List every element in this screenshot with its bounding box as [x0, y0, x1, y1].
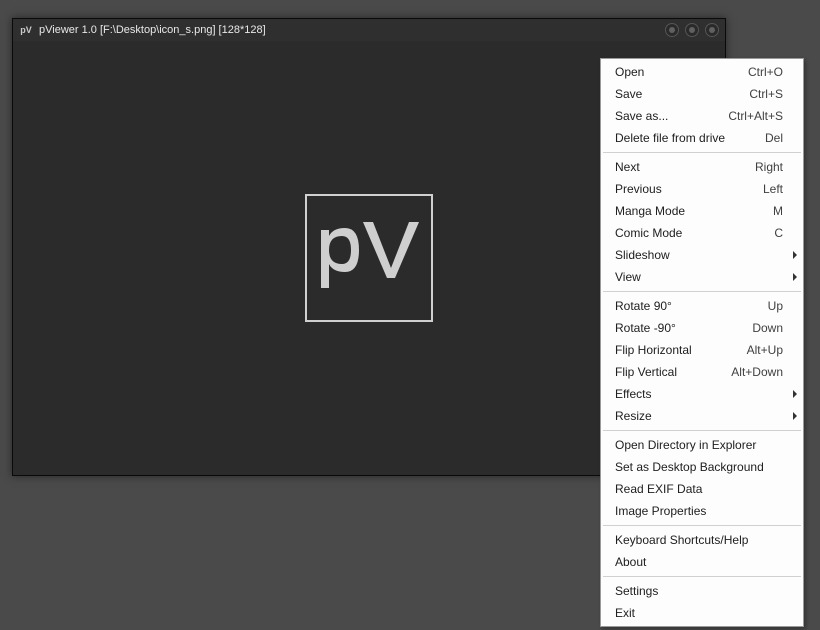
- menu-item-shortcut: M: [773, 203, 783, 219]
- menu-item-label: Open Directory in Explorer: [615, 437, 756, 453]
- chevron-right-icon: [793, 412, 797, 420]
- menu-item-label: Save: [615, 86, 642, 102]
- menu-item[interactable]: Open Ctrl+O: [601, 61, 803, 83]
- window-title: pViewer 1.0 [F:\Desktop\icon_s.png] [128…: [39, 24, 266, 36]
- menu-item-label: Save as...: [615, 108, 668, 124]
- menu-item-shortcut: Right: [755, 159, 783, 175]
- menu-item-shortcut: Ctrl+Alt+S: [728, 108, 783, 124]
- menu-item[interactable]: Slideshow: [601, 244, 803, 266]
- menu-item[interactable]: Rotate 90° Up: [601, 295, 803, 317]
- titlebar[interactable]: pV pViewer 1.0 [F:\Desktop\icon_s.png] […: [13, 19, 725, 41]
- menu-item[interactable]: Rotate -90° Down: [601, 317, 803, 339]
- menu-item[interactable]: Keyboard Shortcuts/Help: [601, 529, 803, 551]
- menu-item-label: Exit: [615, 605, 635, 621]
- menu-item-shortcut: Down: [752, 320, 783, 336]
- menu-separator: [603, 576, 801, 577]
- menu-item[interactable]: Flip Vertical Alt+Down: [601, 361, 803, 383]
- menu-item-label: Effects: [615, 386, 651, 402]
- menu-item[interactable]: Open Directory in Explorer: [601, 434, 803, 456]
- menu-item-label: Image Properties: [615, 503, 706, 519]
- menu-item[interactable]: Read EXIF Data: [601, 478, 803, 500]
- menu-item[interactable]: Previous Left: [601, 178, 803, 200]
- menu-item-shortcut: Del: [765, 130, 783, 146]
- menu-item-label: Rotate 90°: [615, 298, 672, 314]
- menu-separator: [603, 291, 801, 292]
- menu-item-label: Flip Horizontal: [615, 342, 692, 358]
- chevron-right-icon: [793, 390, 797, 398]
- menu-item-shortcut: Up: [768, 298, 783, 314]
- menu-item[interactable]: Image Properties: [601, 500, 803, 522]
- menu-item-label: Delete file from drive: [615, 130, 725, 146]
- menu-item-label: Set as Desktop Background: [615, 459, 764, 475]
- menu-item-label: About: [615, 554, 646, 570]
- menu-separator: [603, 152, 801, 153]
- menu-item[interactable]: Exit: [601, 602, 803, 624]
- menu-item-label: Keyboard Shortcuts/Help: [615, 532, 748, 548]
- menu-item-label: Slideshow: [615, 247, 670, 263]
- menu-item-label: Resize: [615, 408, 652, 424]
- menu-item[interactable]: Effects: [601, 383, 803, 405]
- menu-item[interactable]: Comic Mode C: [601, 222, 803, 244]
- menu-item-label: Next: [615, 159, 640, 175]
- close-button[interactable]: [705, 23, 719, 37]
- menu-item-shortcut: Alt+Down: [731, 364, 783, 380]
- menu-item-label: Open: [615, 64, 644, 80]
- chevron-right-icon: [793, 251, 797, 259]
- menu-item[interactable]: Save Ctrl+S: [601, 83, 803, 105]
- maximize-button[interactable]: [685, 23, 699, 37]
- menu-item-label: Settings: [615, 583, 658, 599]
- menu-separator: [603, 525, 801, 526]
- menu-item-shortcut: Alt+Up: [747, 342, 783, 358]
- menu-item-shortcut: Left: [763, 181, 783, 197]
- context-menu: Open Ctrl+O Save Ctrl+S Save as... Ctrl+Alt+S…: [600, 58, 804, 627]
- menu-item[interactable]: Manga Mode M: [601, 200, 803, 222]
- app-icon: pV: [19, 23, 33, 37]
- menu-item[interactable]: Settings: [601, 580, 803, 602]
- menu-item[interactable]: Delete file from drive Del: [601, 127, 803, 149]
- menu-item[interactable]: About: [601, 551, 803, 573]
- menu-item[interactable]: View: [601, 266, 803, 288]
- menu-item[interactable]: Resize: [601, 405, 803, 427]
- menu-item-shortcut: C: [774, 225, 783, 241]
- menu-item-label: View: [615, 269, 641, 285]
- menu-item-shortcut: Ctrl+O: [748, 64, 783, 80]
- menu-item-label: Manga Mode: [615, 203, 685, 219]
- menu-item-label: Flip Vertical: [615, 364, 677, 380]
- menu-separator: [603, 430, 801, 431]
- menu-item[interactable]: Flip Horizontal Alt+Up: [601, 339, 803, 361]
- displayed-image: [305, 194, 433, 322]
- menu-item[interactable]: Set as Desktop Background: [601, 456, 803, 478]
- window-controls: [665, 23, 719, 37]
- menu-item-label: Comic Mode: [615, 225, 682, 241]
- chevron-right-icon: [793, 273, 797, 281]
- menu-item-shortcut: Ctrl+S: [749, 86, 783, 102]
- menu-item-label: Previous: [615, 181, 662, 197]
- minimize-button[interactable]: [665, 23, 679, 37]
- menu-item[interactable]: Save as... Ctrl+Alt+S: [601, 105, 803, 127]
- menu-item[interactable]: Next Right: [601, 156, 803, 178]
- menu-item-label: Rotate -90°: [615, 320, 676, 336]
- menu-item-label: Read EXIF Data: [615, 481, 702, 497]
